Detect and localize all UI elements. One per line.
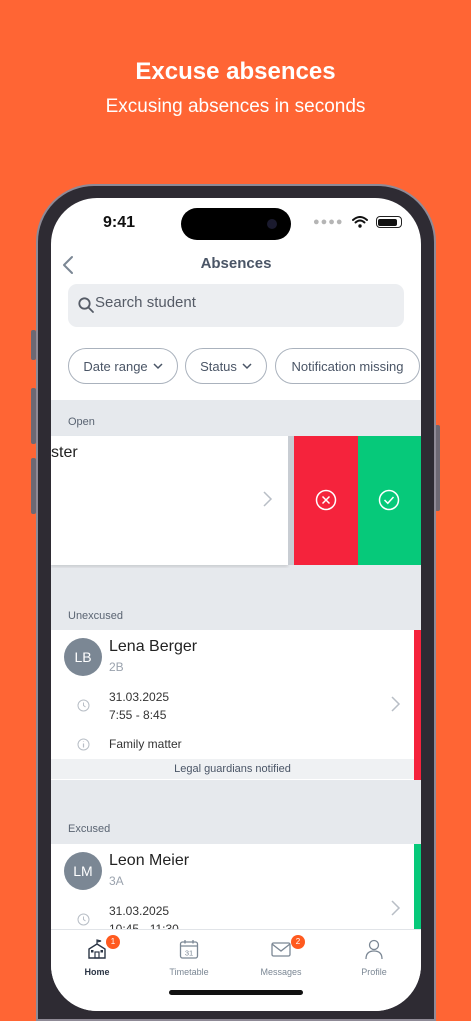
student-class: 2B xyxy=(109,660,124,674)
school-icon xyxy=(88,939,106,959)
absence-date: 31.03.2025 xyxy=(109,904,170,918)
tab-timetable[interactable]: 31 Timetable xyxy=(149,938,229,977)
reject-button[interactable] xyxy=(294,436,358,565)
wifi-icon xyxy=(351,216,368,228)
student-name: Leon Meier xyxy=(109,852,190,869)
close-circle-icon xyxy=(315,489,337,511)
search-bar[interactable] xyxy=(68,284,404,327)
chevron-right-icon xyxy=(391,900,401,916)
search-icon xyxy=(78,297,94,313)
section-label: Unexcused xyxy=(68,610,124,622)
chevron-right-icon xyxy=(263,491,273,507)
absence-date: 31.03.2025 xyxy=(109,690,170,704)
accept-button[interactable] xyxy=(358,436,421,565)
clock-icon xyxy=(77,699,90,712)
camera-icon xyxy=(267,219,277,229)
filter-notification-missing[interactable]: Notification missing xyxy=(275,348,420,384)
open-absence-card[interactable]: ster xyxy=(51,436,288,565)
filter-date-range[interactable]: Date range xyxy=(68,348,178,384)
tab-messages[interactable]: 2 Messages xyxy=(241,935,321,977)
calendar-icon: 31 xyxy=(179,940,199,959)
filter-status[interactable]: Status xyxy=(185,348,267,384)
student-name: ster xyxy=(51,444,78,461)
section-header-open: Open xyxy=(51,400,421,436)
tab-home[interactable]: 1 Home xyxy=(57,935,137,977)
notification-banner: Legal guardians notified xyxy=(51,759,414,779)
signal-icon: ●●●● xyxy=(313,216,344,228)
battery-icon xyxy=(375,216,402,228)
envelope-icon xyxy=(271,942,291,957)
unexcused-absence-card[interactable]: LB Lena Berger 2B 31.03.2025 7:55 - 8:45… xyxy=(51,630,421,780)
promo-title: Excuse absences xyxy=(135,58,336,85)
tab-label: Timetable xyxy=(169,967,209,977)
filter-label: Date range xyxy=(83,358,148,374)
tab-profile[interactable]: Profile xyxy=(334,938,414,977)
promo-subtitle: Excusing absences in seconds xyxy=(105,96,366,117)
filter-label: Status xyxy=(200,358,237,374)
dynamic-island xyxy=(181,208,291,240)
section-header-excused: Excused xyxy=(51,780,421,844)
tab-label: Messages xyxy=(260,967,302,977)
filter-label: Notification missing xyxy=(291,358,404,374)
check-circle-icon xyxy=(378,489,400,511)
avatar: LM xyxy=(64,852,102,890)
page-title: Absences xyxy=(200,255,272,272)
tab-label: Profile xyxy=(361,967,387,977)
status-strip xyxy=(414,630,421,780)
clock-icon xyxy=(77,913,90,926)
section-label: Excused xyxy=(68,823,111,835)
chevron-right-icon xyxy=(391,696,401,712)
section-header-unexcused: Unexcused xyxy=(51,568,421,630)
home-indicator[interactable] xyxy=(169,990,303,995)
chevron-down-icon xyxy=(153,363,163,370)
absence-reason: Family matter xyxy=(109,737,182,751)
notification-badge: 2 xyxy=(291,935,305,949)
tab-bar: 1 Home 31 Timetable 2 Messages Profile xyxy=(51,929,421,1011)
notification-badge: 1 xyxy=(106,935,120,949)
section-label: Open xyxy=(68,416,95,428)
status-icons: ●●●● xyxy=(313,216,402,228)
info-icon xyxy=(77,738,90,751)
calendar-day: 31 xyxy=(185,949,193,958)
excused-absence-card[interactable]: LM Leon Meier 3A 31.03.2025 10:45 - 11:3… xyxy=(51,844,421,936)
app-screen: 9:41 ●●●● Absences Date range Status Not… xyxy=(51,198,421,1011)
chevron-down-icon xyxy=(242,363,252,370)
status-time: 9:41 xyxy=(103,214,136,231)
search-input[interactable] xyxy=(95,294,395,311)
student-class: 3A xyxy=(109,874,124,888)
status-strip xyxy=(414,844,421,934)
person-icon xyxy=(365,939,383,960)
tab-label: Home xyxy=(84,967,110,977)
student-name: Lena Berger xyxy=(109,638,198,655)
absence-time: 7:55 - 8:45 xyxy=(109,708,167,722)
avatar: LB xyxy=(64,638,102,676)
